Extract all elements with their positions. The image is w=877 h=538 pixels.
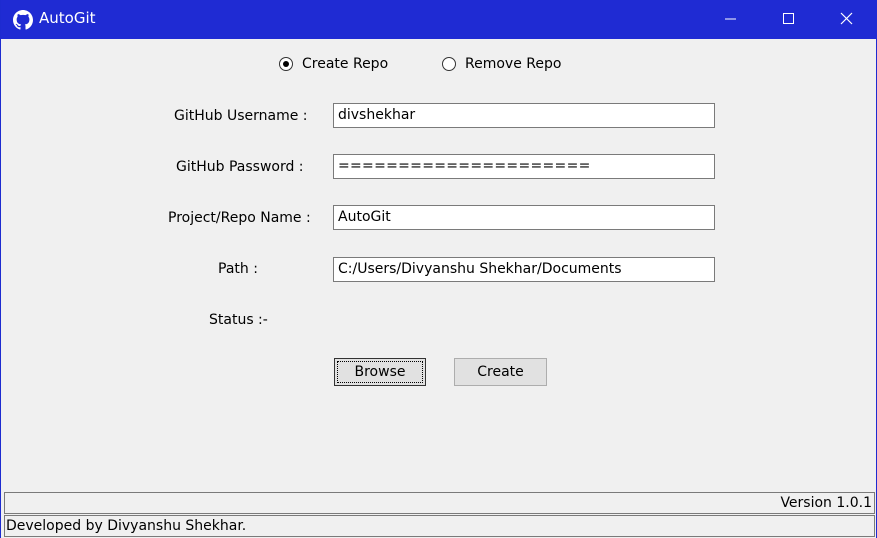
username-label: GitHub Username : [174,108,308,124]
version-status-bar: Version 1.0.1 [4,492,875,514]
github-icon [13,10,33,30]
path-label: Path : [218,261,258,277]
window-title: AutoGit [39,9,96,27]
minimize-icon [725,18,736,20]
status-label: Status :- [209,312,268,328]
browse-button[interactable]: Browse [334,358,426,386]
maximize-button[interactable] [766,0,812,39]
project-name-input[interactable]: AutoGit [333,205,715,230]
radio-remove-repo-label: Remove Repo [465,56,562,72]
project-name-label: Project/Repo Name : [168,210,311,226]
app-window: AutoGit Create Repo Remove Repo GitHub U… [0,0,877,538]
password-input[interactable]: ===================== [333,154,715,179]
radio-create-repo-label: Create Repo [302,56,389,72]
developer-credit: Developed by Divyanshu Shekhar. [6,518,247,534]
path-input[interactable]: C:/Users/Divyanshu Shekhar/Documents [333,257,715,282]
version-text: Version 1.0.1 [780,495,872,511]
maximize-icon [783,13,794,24]
password-label: GitHub Password : [176,159,304,175]
radio-create-repo[interactable]: Create Repo [279,56,399,76]
radio-remove-repo[interactable]: Remove Repo [442,56,572,76]
title-bar[interactable]: AutoGit [1,0,877,39]
close-button[interactable] [824,0,870,39]
close-icon [840,12,853,25]
radio-unselected-icon[interactable] [442,57,456,71]
create-button[interactable]: Create [454,358,547,386]
radio-selected-icon[interactable] [279,57,293,71]
username-input[interactable]: divshekhar [333,103,715,128]
minimize-button[interactable] [708,0,754,39]
developer-status-bar: Developed by Divyanshu Shekhar. [4,515,875,537]
